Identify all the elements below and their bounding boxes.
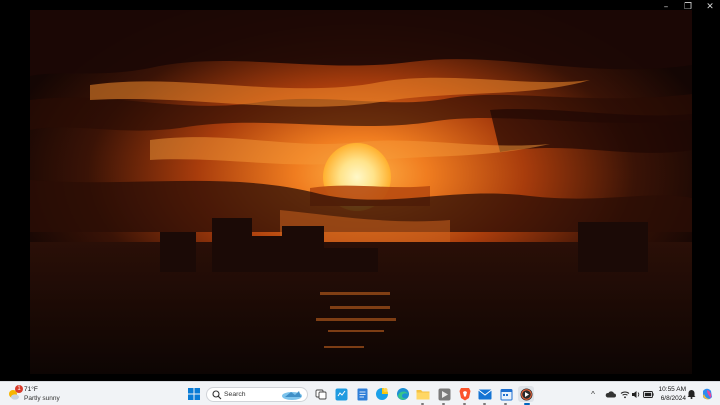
search-icon bbox=[212, 390, 222, 400]
taskbar: 1 71°F Partly sunny Search ^ 10:55 AM 6/… bbox=[0, 381, 720, 405]
mail-button[interactable] bbox=[477, 386, 493, 402]
notepad-button[interactable] bbox=[354, 386, 370, 402]
weather-temperature: 71°F bbox=[24, 386, 38, 393]
folder-icon bbox=[416, 390, 430, 400]
task-view-button[interactable] bbox=[313, 386, 329, 402]
edge-icon bbox=[397, 388, 409, 400]
app-button[interactable] bbox=[436, 386, 452, 402]
search-placeholder: Search bbox=[224, 391, 246, 398]
clock-date: 6/8/2024 bbox=[660, 395, 686, 402]
notifications-button[interactable] bbox=[683, 386, 699, 402]
desktop-screen: – ❐ ✕ 1 71°F Partly sunny Search ^ 10:55… bbox=[0, 0, 720, 405]
search-box[interactable]: Search bbox=[206, 387, 308, 402]
weather-description: Partly sunny bbox=[24, 395, 60, 402]
show-hidden-icons-button[interactable]: ^ bbox=[588, 387, 598, 401]
media-player-icon bbox=[520, 388, 532, 400]
system-clock[interactable]: 10:55 AM 6/8/2024 bbox=[652, 385, 686, 403]
chevron-up-icon: ^ bbox=[591, 389, 595, 399]
file-explorer-button[interactable] bbox=[415, 386, 431, 402]
task-view-icon bbox=[315, 389, 327, 400]
calendar-icon bbox=[500, 388, 512, 400]
copilot-icon bbox=[376, 388, 388, 400]
video-frame[interactable] bbox=[30, 10, 692, 374]
notification-badge: 1 bbox=[15, 385, 23, 393]
brave-button[interactable] bbox=[457, 386, 473, 402]
mail-icon bbox=[478, 389, 492, 399]
notepad-icon bbox=[357, 388, 367, 400]
cloud-icon bbox=[605, 391, 616, 398]
calendar-button[interactable] bbox=[498, 386, 514, 402]
edge-button[interactable] bbox=[395, 386, 411, 402]
bell-icon bbox=[687, 390, 695, 399]
media-player-button[interactable] bbox=[518, 386, 534, 402]
copilot-tray-button[interactable] bbox=[699, 386, 715, 402]
widgets-icon bbox=[335, 388, 347, 400]
copilot-icon bbox=[702, 388, 712, 399]
widgets-button[interactable] bbox=[333, 386, 349, 402]
weather-widget[interactable]: 1 71°F Partly sunny bbox=[6, 385, 86, 403]
start-button[interactable] bbox=[186, 386, 202, 402]
clock-time: 10:55 AM bbox=[658, 386, 686, 393]
onedrive-button[interactable] bbox=[602, 386, 618, 402]
copilot-button[interactable] bbox=[374, 386, 390, 402]
close-button[interactable]: ✕ bbox=[699, 0, 720, 14]
windows-logo-icon bbox=[188, 388, 200, 400]
app-icon bbox=[438, 388, 450, 400]
sunset-image bbox=[30, 10, 692, 374]
search-highlight-icon bbox=[282, 391, 302, 400]
brave-icon bbox=[459, 388, 471, 401]
